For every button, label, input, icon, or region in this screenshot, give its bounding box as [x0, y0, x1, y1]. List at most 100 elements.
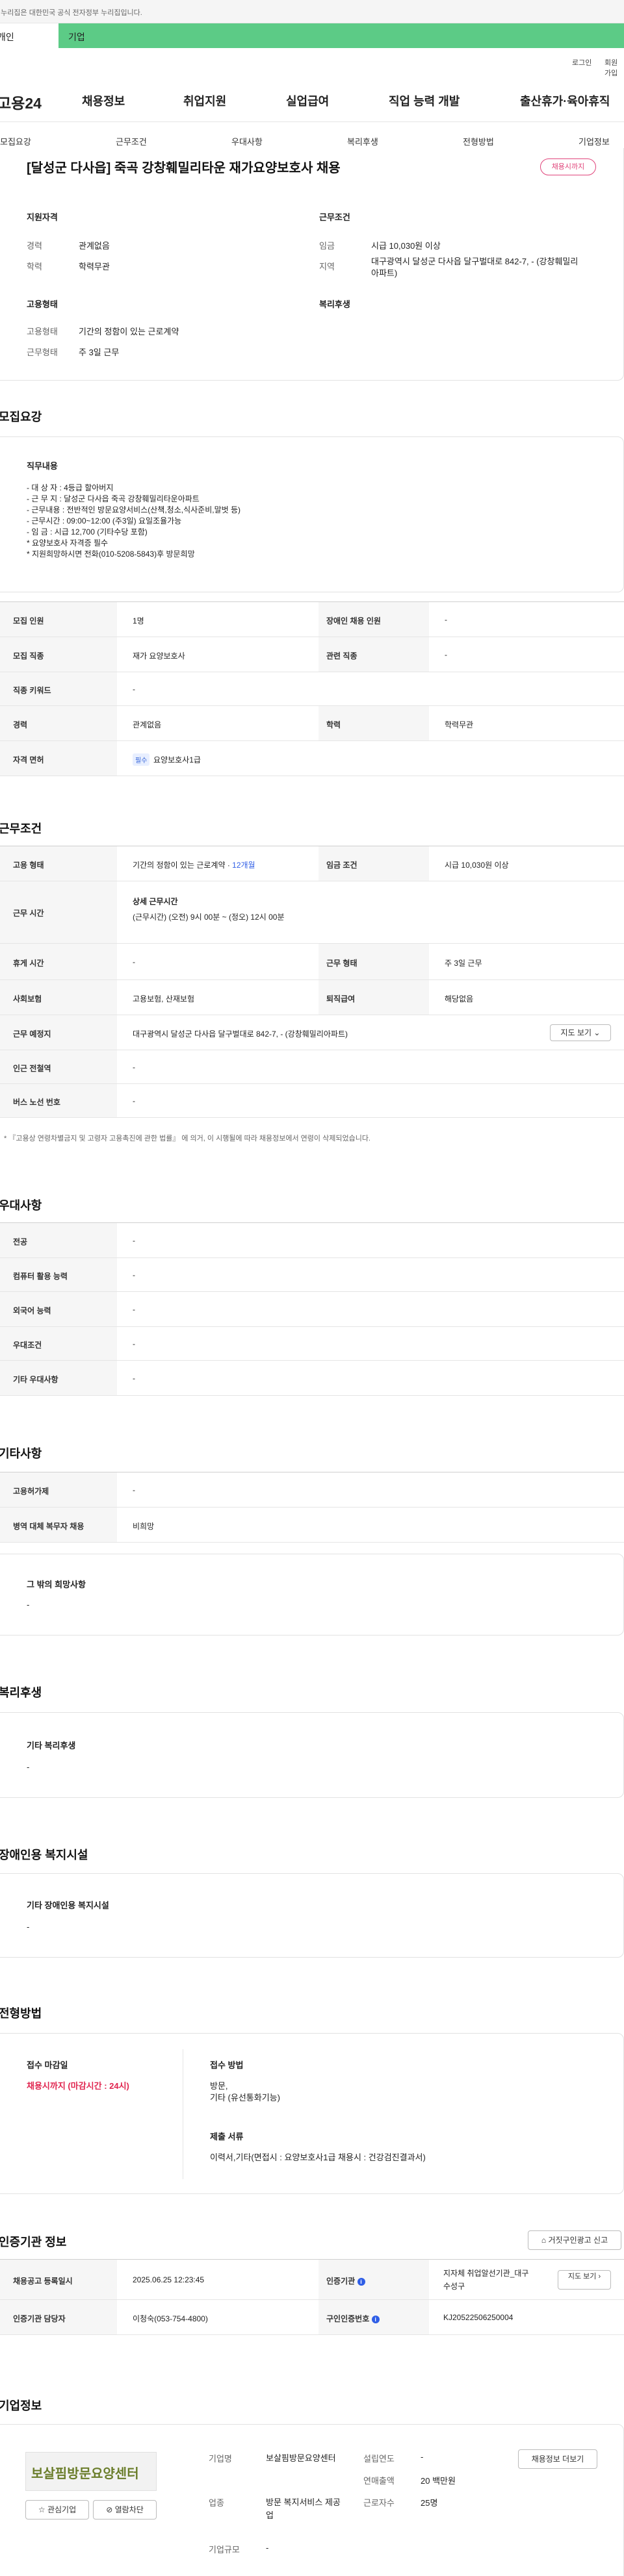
qual-heading: 지원자격 — [27, 212, 58, 222]
emp-type-text: 기간의 정함이 있는 근로계약 · — [133, 861, 233, 870]
nav-jobs[interactable]: 채용정보 — [82, 92, 125, 109]
emp-shift-value: 주 3일 근무 — [79, 347, 120, 357]
row-label: 외국어 능력 — [13, 1306, 51, 1315]
pref-table: 전공 - 컴퓨터 활용 능력 - 외국어 능력 - 우대조건 - 기타 우대사항… — [0, 1222, 624, 1396]
tab-company[interactable]: 기업 — [68, 31, 85, 44]
site-logo[interactable]: 고용24 — [0, 91, 42, 113]
row-label: 인증기관 담당자 — [13, 2314, 66, 2323]
qual-edu-value: 학력무관 — [79, 262, 110, 271]
row-label: 고용허가제 — [13, 1487, 49, 1496]
table-row: 사회보험 고용보험, 산재보험 퇴직급여 해당없음 — [0, 980, 624, 1015]
row-value: 지자체 취업알선기관_대구 — [443, 2269, 529, 2278]
cert-section-title: 인증기관 정보 — [0, 2236, 67, 2249]
benefit-section-title: 복리후생 — [0, 1686, 42, 1699]
row-label: 장애인 채용 인원 — [326, 616, 381, 625]
info-icon[interactable]: i — [357, 2278, 365, 2286]
method-value-1: 방문, — [210, 2081, 228, 2091]
contract-period: 12개월 — [232, 861, 255, 870]
row-label: 사회보험 — [13, 994, 42, 1004]
etc-section-title: 기타사항 — [0, 1447, 42, 1460]
nav-vocational-training[interactable]: 직업 능력 개발 — [389, 92, 460, 109]
map-view-button[interactable]: 지도 보기 ⌄ — [550, 1024, 611, 1041]
anchor-process[interactable]: 전형방법 — [463, 135, 494, 147]
cond-wage-value: 시급 10,030원 이상 — [371, 241, 441, 251]
tab-personal[interactable]: 개인 — [0, 23, 58, 48]
false-ad-report-button[interactable]: ⌂ 거짓구인광고 신고 — [528, 2230, 621, 2250]
star-icon: ☆ — [38, 2505, 46, 2514]
row-value: - — [133, 1485, 135, 1495]
row-label: 채용공고 등록일시 — [13, 2277, 73, 2286]
disabled-facility-value: - — [27, 1922, 30, 1932]
qual-career-value: 관계없음 — [79, 241, 110, 251]
job-desc-line: - 임 금 : 시급 12,700 (기타수당 포함) — [27, 527, 148, 537]
anchor-benefit[interactable]: 복리후생 — [347, 135, 378, 147]
employees-label: 근로자수 — [363, 2498, 395, 2508]
service-tab-bar: 개인 기업 — [0, 23, 624, 48]
status-badge: 채용시까지 — [540, 158, 596, 175]
company-size-label: 기업규모 — [209, 2545, 240, 2555]
job-desc-heading: 직무내용 — [27, 461, 58, 471]
table-row: 우대조건 - — [0, 1327, 624, 1361]
row-value: 재가 요양보호사 — [133, 651, 185, 661]
row-label: 학력 — [326, 720, 341, 729]
signup-link[interactable]: 회원가입 — [604, 57, 624, 78]
row-value: - — [133, 1270, 135, 1280]
nav-parental-leave[interactable]: 출산휴가·육아휴직 — [520, 92, 610, 109]
row-label: 휴게 시간 — [13, 959, 44, 968]
company-section-title: 기업정보 — [0, 2399, 42, 2412]
more-jobs-button[interactable]: 채용정보 더보기 — [518, 2449, 597, 2469]
anchor-pref[interactable]: 우대사항 — [231, 135, 263, 147]
table-row: 휴게 시간 - 근무 형태 주 3일 근무 — [0, 944, 624, 980]
row-value: (근무시간) (오전) 9시 00분 ~ (정오) 12시 00분 — [133, 913, 285, 922]
anchor-work[interactable]: 근무조건 — [116, 135, 147, 147]
tab-company-label: 기업 — [68, 32, 85, 42]
job-title: [달성군 다사읍] 죽곡 강창훼밀리타운 재가요양보호사 채용 — [27, 161, 341, 175]
cert-map-button[interactable]: 지도 보기 › — [558, 2270, 611, 2290]
recruit-table: 모집 인원 1명 장애인 채용 인원 - 모집 직종 재가 요양보호사 관련 직… — [0, 601, 624, 776]
row-label: 버스 노선 번호 — [13, 1098, 60, 1107]
anchor-company[interactable]: 기업정보 — [578, 135, 610, 147]
row-label: 근무 시간 — [13, 909, 44, 918]
row-label: 자격 면허 — [13, 755, 44, 764]
founding-year-label: 설립연도 — [363, 2454, 395, 2464]
cert-org-label: 인증기관 — [326, 2277, 356, 2286]
table-row: 병역 대체 복무자 채용 비희망 — [0, 1508, 624, 1543]
other-wish-value: - — [27, 1600, 30, 1610]
deadline-value: 채용시까지 (마감시간 : 24시) — [27, 2081, 129, 2091]
map-view-label: 지도 보기 — [560, 1028, 592, 1037]
table-row: 버스 노선 번호 - — [0, 1084, 624, 1118]
table-row: 직종 키워드 - — [0, 672, 624, 706]
row-value: - — [133, 1063, 135, 1072]
cond-region-label: 지역 — [319, 262, 335, 271]
emp-type-label: 고용형태 — [27, 327, 58, 336]
row-value: - — [445, 650, 447, 659]
favorite-company-button[interactable]: ☆ 관심기업 — [25, 2500, 89, 2519]
more-jobs-label: 채용정보 더보기 — [531, 2455, 584, 2464]
info-icon[interactable]: i — [371, 2316, 380, 2323]
nav-unemployment-benefit[interactable]: 실업급여 — [286, 92, 329, 109]
docs-value: 이력서,기타(면접시 : 요양보호사1급 채용시 : 건강검진결과서) — [210, 2153, 426, 2162]
job-desc-text: - 대 상 자 : 4등급 할아버지 - 근 무 지 : 달성군 다사읍 죽곡 … — [27, 483, 240, 560]
row-value: - — [445, 615, 447, 624]
row-value: 학력무관 — [445, 720, 474, 729]
docs-heading: 제출 서류 — [210, 2132, 244, 2141]
benefit-value: - — [27, 1762, 30, 1772]
job-desc-line: - 대 상 자 : 4등급 할아버지 — [27, 483, 114, 492]
row-label: 전공 — [13, 1237, 28, 1246]
nav-employment-support[interactable]: 취업지원 — [183, 92, 226, 109]
process-section-title: 전형방법 — [0, 2007, 42, 2020]
row-value: 비희망 — [133, 1522, 155, 1531]
company-size-value: - — [266, 2543, 269, 2553]
chevron-right-icon: › — [598, 2273, 601, 2280]
row-label: 근무 예정지 — [13, 1029, 51, 1039]
emp-heading: 고용형태 — [27, 299, 58, 309]
founding-year-value: - — [421, 2452, 424, 2462]
row-label: 모집 직종 — [13, 651, 44, 661]
block-icon: ⊘ — [106, 2505, 113, 2514]
row-label: 기타 우대사항 — [13, 1375, 58, 1384]
row-value: - — [133, 1236, 135, 1245]
login-link[interactable]: 로그인 — [572, 57, 592, 68]
row-label: 우대조건 — [13, 1341, 42, 1350]
block-view-button[interactable]: ⊘ 열람차단 — [93, 2500, 157, 2519]
anchor-recruit[interactable]: 모집요강 — [0, 135, 31, 147]
